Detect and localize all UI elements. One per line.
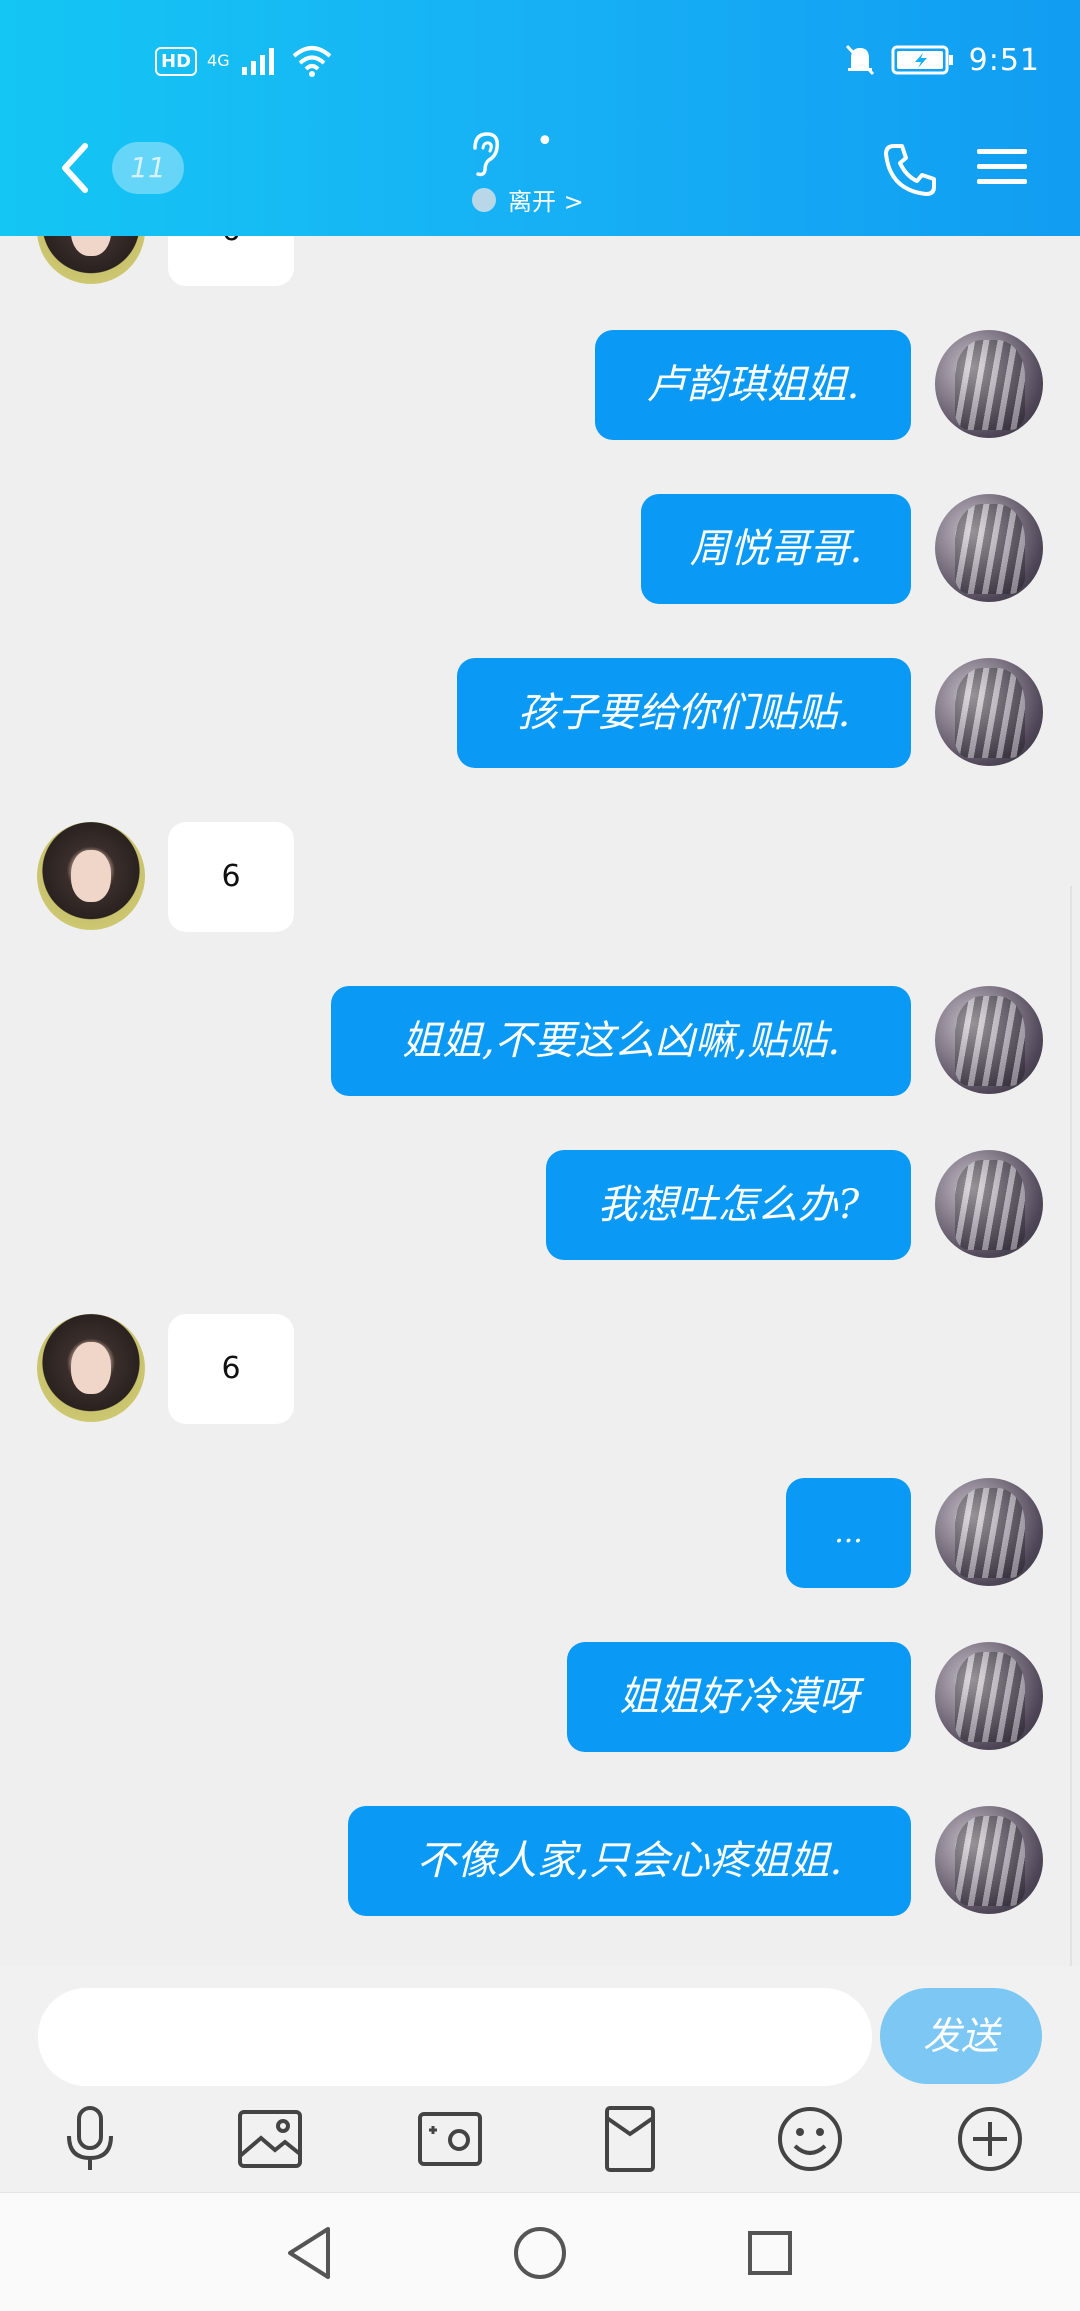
contact-avatar[interactable]	[37, 822, 145, 930]
contact-avatar[interactable]	[37, 236, 145, 284]
recents-square-icon[interactable]	[740, 2223, 800, 2283]
message-row: ...	[0, 1478, 1080, 1588]
my-avatar[interactable]	[935, 986, 1043, 1094]
my-avatar[interactable]	[935, 1806, 1043, 1914]
battery-icon	[891, 45, 953, 75]
red-packet-icon[interactable]	[595, 2104, 665, 2174]
ear-icon	[473, 132, 500, 177]
message-bubble[interactable]: 6	[168, 236, 294, 286]
my-avatar[interactable]	[935, 1642, 1043, 1750]
message-row: 周悦哥哥.	[0, 494, 1080, 604]
message-row: 姐姐,不要这么凶嘛,贴贴.	[0, 986, 1080, 1096]
network-type: 4G	[207, 51, 230, 70]
message-bubble[interactable]: 卢韵琪姐姐.	[595, 330, 911, 440]
send-button[interactable]: 发送	[880, 1988, 1042, 2084]
home-circle-icon[interactable]	[510, 2223, 570, 2283]
message-bubble[interactable]: ...	[786, 1478, 911, 1588]
plus-icon[interactable]	[955, 2104, 1025, 2174]
unread-count-badge[interactable]: 11	[112, 142, 184, 194]
back-triangle-icon[interactable]	[280, 2223, 340, 2283]
status-bar: HD 4G 9:51	[0, 40, 1080, 90]
contact-avatar[interactable]	[37, 1314, 145, 1422]
composer-toolbar	[0, 2096, 1080, 2186]
message-bubble[interactable]: 不像人家,只会心疼姐姐.	[348, 1806, 911, 1916]
message-row: 卢韵琪姐姐.	[0, 330, 1080, 440]
image-icon[interactable]	[235, 2104, 305, 2174]
microphone-icon[interactable]	[55, 2104, 125, 2174]
contact-info[interactable]: • 离开 >	[460, 124, 620, 220]
message-bubble[interactable]: 我想吐怎么办?	[546, 1150, 911, 1260]
message-bubble[interactable]: 周悦哥哥.	[641, 494, 911, 604]
composer: 发送	[0, 1966, 1080, 2192]
message-row: 6	[0, 822, 1080, 932]
mute-bell-icon	[845, 44, 874, 76]
nav-bar: 11 • 离开 >	[0, 124, 1080, 220]
message-row: 姐姐好冷漠呀	[0, 1642, 1080, 1752]
presence-status: 离开 >	[508, 188, 584, 216]
message-row: 我想吐怎么办?	[0, 1150, 1080, 1260]
camera-icon[interactable]	[415, 2104, 485, 2174]
message-bubble[interactable]: 6	[168, 822, 294, 932]
wifi-icon	[292, 46, 331, 77]
clock-status-icon	[472, 187, 496, 212]
contact-name: •	[536, 124, 554, 159]
message-bubble[interactable]: 孩子要给你们贴贴.	[457, 658, 911, 768]
clock: 9:51	[968, 42, 1040, 78]
emoji-icon[interactable]	[775, 2104, 845, 2174]
message-bubble[interactable]: 姐姐,不要这么凶嘛,贴贴.	[331, 986, 911, 1096]
message-row: 6	[0, 236, 1080, 296]
message-row: 不像人家,只会心疼姐姐.	[0, 1806, 1080, 1916]
message-bubble[interactable]: 6	[168, 1314, 294, 1424]
chat-header: HD 4G 9:51 11 • 离开 >	[0, 0, 1080, 236]
my-avatar[interactable]	[935, 1150, 1043, 1258]
menu-icon[interactable]	[975, 145, 1029, 189]
my-avatar[interactable]	[935, 1478, 1043, 1586]
phone-icon[interactable]	[880, 140, 940, 200]
message-list[interactable]: 6 卢韵琪姐姐. 周悦哥哥. 孩子要给你们贴贴. 6 姐姐,不要这么凶嘛,贴贴.…	[0, 236, 1080, 1966]
system-nav-bar	[0, 2192, 1080, 2311]
message-input[interactable]	[38, 1988, 872, 2086]
hd-badge: HD	[155, 46, 198, 76]
back-icon[interactable]	[55, 138, 95, 198]
my-avatar[interactable]	[935, 330, 1043, 438]
message-row: 孩子要给你们贴贴.	[0, 658, 1080, 768]
my-avatar[interactable]	[935, 658, 1043, 766]
my-avatar[interactable]	[935, 494, 1043, 602]
signal-icon	[241, 48, 274, 75]
message-row: 6	[0, 1314, 1080, 1424]
message-bubble[interactable]: 姐姐好冷漠呀	[567, 1642, 911, 1752]
